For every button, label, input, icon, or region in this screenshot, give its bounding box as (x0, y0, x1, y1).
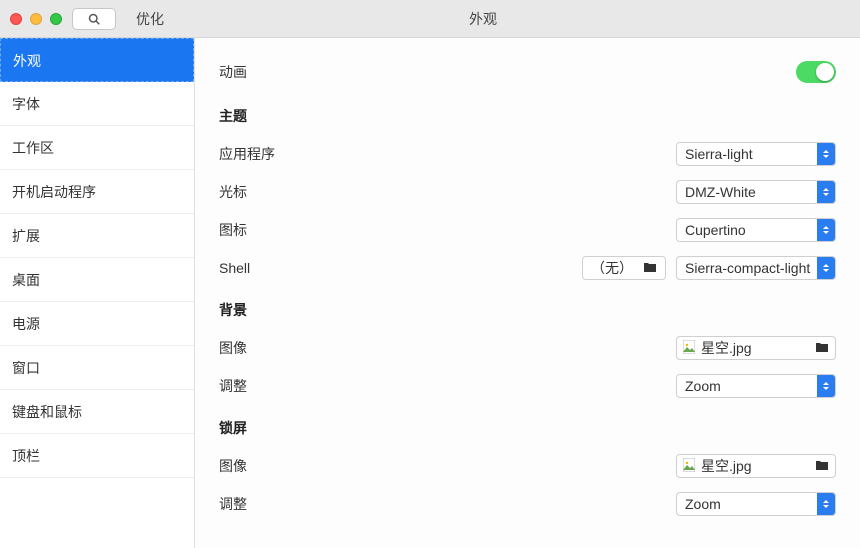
lock-adjust-label: 调整 (219, 494, 309, 514)
sidebar-item-desktop[interactable]: 桌面 (0, 258, 194, 302)
sidebar-item-extensions[interactable]: 扩展 (0, 214, 194, 258)
body: 外观 字体 工作区 开机启动程序 扩展 桌面 电源 窗口 键盘和鼠标 顶栏 动画… (0, 38, 860, 548)
image-file-icon (683, 340, 695, 357)
window-controls (10, 13, 62, 25)
window-title: 外观 (116, 9, 850, 29)
shell-theme-dropdown[interactable]: Sierra-compact-light (676, 256, 836, 280)
chevron-updown-icon (817, 181, 835, 203)
sidebar-item-fonts[interactable]: 字体 (0, 82, 194, 126)
bg-image-picker[interactable]: 星空.jpg (676, 336, 836, 360)
app-name: 优化 (136, 9, 164, 29)
row-bg-image: 图像 星空.jpg (219, 332, 836, 364)
row-bg-adjust: 调整 Zoom (219, 370, 836, 402)
sidebar-item-label: 工作区 (12, 140, 54, 156)
cursor-theme-label: 光标 (219, 182, 309, 202)
icon-theme-dropdown[interactable]: Cupertino (676, 218, 836, 242)
row-lock-image: 图像 星空.jpg (219, 450, 836, 482)
lock-image-picker[interactable]: 星空.jpg (676, 454, 836, 478)
window: 优化 外观 外观 字体 工作区 开机启动程序 扩展 桌面 电源 窗口 键盘和鼠标… (0, 0, 860, 548)
maximize-icon[interactable] (50, 13, 62, 25)
close-icon[interactable] (10, 13, 22, 25)
lock-adjust-value: Zoom (685, 496, 721, 512)
row-lock-adjust: 调整 Zoom (219, 488, 836, 520)
bg-adjust-dropdown[interactable]: Zoom (676, 374, 836, 398)
titlebar: 优化 外观 (0, 0, 860, 38)
chevron-updown-icon (817, 493, 835, 515)
minimize-icon[interactable] (30, 13, 42, 25)
sidebar-item-label: 顶栏 (12, 448, 40, 464)
folder-icon (815, 340, 829, 356)
sidebar-item-startup[interactable]: 开机启动程序 (0, 170, 194, 214)
sidebar-item-label: 键盘和鼠标 (12, 404, 82, 420)
sidebar-item-power[interactable]: 电源 (0, 302, 194, 346)
animation-toggle[interactable] (796, 61, 836, 83)
chevron-updown-icon (817, 219, 835, 241)
sidebar-item-label: 电源 (12, 316, 40, 332)
sidebar-item-label: 开机启动程序 (12, 184, 96, 200)
sidebar: 外观 字体 工作区 开机启动程序 扩展 桌面 电源 窗口 键盘和鼠标 顶栏 (0, 38, 195, 548)
background-heading: 背景 (219, 294, 836, 326)
chevron-updown-icon (817, 143, 835, 165)
folder-icon (815, 458, 829, 474)
cursor-theme-value: DMZ-White (685, 184, 756, 200)
bg-adjust-value: Zoom (685, 378, 721, 394)
theme-heading: 主题 (219, 100, 836, 132)
app-theme-label: 应用程序 (219, 144, 309, 164)
bg-image-label: 图像 (219, 338, 309, 358)
sidebar-item-workspaces[interactable]: 工作区 (0, 126, 194, 170)
sidebar-item-label: 窗口 (12, 360, 40, 376)
lock-adjust-dropdown[interactable]: Zoom (676, 492, 836, 516)
content: 动画 主题 应用程序 Sierra-light 光标 (195, 38, 860, 548)
sidebar-item-label: 外观 (13, 53, 41, 69)
sidebar-item-label: 字体 (12, 96, 40, 112)
lockscreen-heading: 锁屏 (219, 412, 836, 444)
shell-theme-label: Shell (219, 260, 309, 276)
bg-image-value: 星空.jpg (701, 338, 752, 358)
bg-adjust-label: 调整 (219, 376, 309, 396)
sidebar-item-label: 桌面 (12, 272, 40, 288)
sidebar-item-label: 扩展 (12, 228, 40, 244)
sidebar-item-topbar[interactable]: 顶栏 (0, 434, 194, 478)
shell-file-value: （无） (591, 258, 633, 278)
sidebar-item-appearance[interactable]: 外观 (0, 38, 194, 82)
row-shell-theme: Shell （无） Sierra-compact-light (219, 252, 836, 284)
lock-image-value: 星空.jpg (701, 456, 752, 476)
row-app-theme: 应用程序 Sierra-light (219, 138, 836, 170)
row-animation: 动画 (219, 56, 836, 88)
sidebar-item-windows[interactable]: 窗口 (0, 346, 194, 390)
icon-theme-label: 图标 (219, 220, 309, 240)
shell-file-picker[interactable]: （无） (582, 256, 666, 280)
lock-image-label: 图像 (219, 456, 309, 476)
row-icon-theme: 图标 Cupertino (219, 214, 836, 246)
search-button[interactable] (72, 8, 116, 30)
row-cursor-theme: 光标 DMZ-White (219, 176, 836, 208)
sidebar-item-keyboard-mouse[interactable]: 键盘和鼠标 (0, 390, 194, 434)
app-theme-value: Sierra-light (685, 146, 753, 162)
shell-theme-value: Sierra-compact-light (685, 260, 810, 276)
chevron-updown-icon (817, 257, 835, 279)
search-icon (88, 13, 100, 25)
chevron-updown-icon (817, 375, 835, 397)
animation-label: 动画 (219, 62, 309, 82)
app-theme-dropdown[interactable]: Sierra-light (676, 142, 836, 166)
icon-theme-value: Cupertino (685, 222, 746, 238)
cursor-theme-dropdown[interactable]: DMZ-White (676, 180, 836, 204)
image-file-icon (683, 458, 695, 475)
folder-icon (643, 260, 657, 276)
